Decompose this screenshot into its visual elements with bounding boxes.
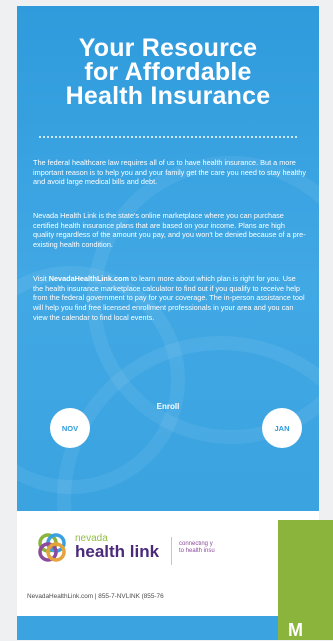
overlapping-green-card: M bbox=[278, 520, 333, 640]
blue-info-panel: Your Resource for Affordable Health Insu… bbox=[17, 6, 319, 511]
website-link[interactable]: NevadaHealthLink.com bbox=[49, 274, 129, 283]
visit-prefix: Visit bbox=[33, 274, 49, 283]
interlocking-rings-logo-icon bbox=[38, 533, 66, 562]
green-card-letter: M bbox=[288, 620, 303, 640]
tagline-line-1: connecting y bbox=[179, 541, 213, 547]
brand-footer: nevada health link connecting y to healt… bbox=[17, 511, 319, 616]
headline-line-2: for Affordable bbox=[84, 58, 252, 86]
headline-line-3: Health Insurance bbox=[65, 82, 271, 110]
tagline-line-2: to health insu bbox=[179, 548, 215, 554]
paragraph-requirement: The federal healthcare law requires all … bbox=[33, 158, 306, 187]
contact-info: NevadaHealthLink.com | 855-7-NVLINK (855… bbox=[27, 593, 164, 600]
enroll-label: Enroll bbox=[156, 402, 180, 411]
headline-line-1: Your Resource bbox=[78, 34, 258, 62]
enrollment-end-badge: JAN bbox=[262, 408, 302, 448]
dotted-divider bbox=[39, 136, 297, 138]
enrollment-start-badge: NOV bbox=[50, 408, 90, 448]
brand-tagline: connecting y to health insu bbox=[179, 541, 239, 555]
bottom-blue-strip bbox=[17, 616, 319, 640]
brand-divider bbox=[171, 537, 172, 565]
paragraph-visit: Visit NevadaHealthLink.com to learn more… bbox=[33, 274, 307, 323]
flyer: Your Resource for Affordable Health Insu… bbox=[17, 6, 319, 640]
headline: Your Resource for Affordable Health Insu… bbox=[17, 34, 319, 110]
paragraph-marketplace: Nevada Health Link is the state's online… bbox=[33, 211, 306, 250]
brand-name: health link bbox=[75, 542, 160, 561]
